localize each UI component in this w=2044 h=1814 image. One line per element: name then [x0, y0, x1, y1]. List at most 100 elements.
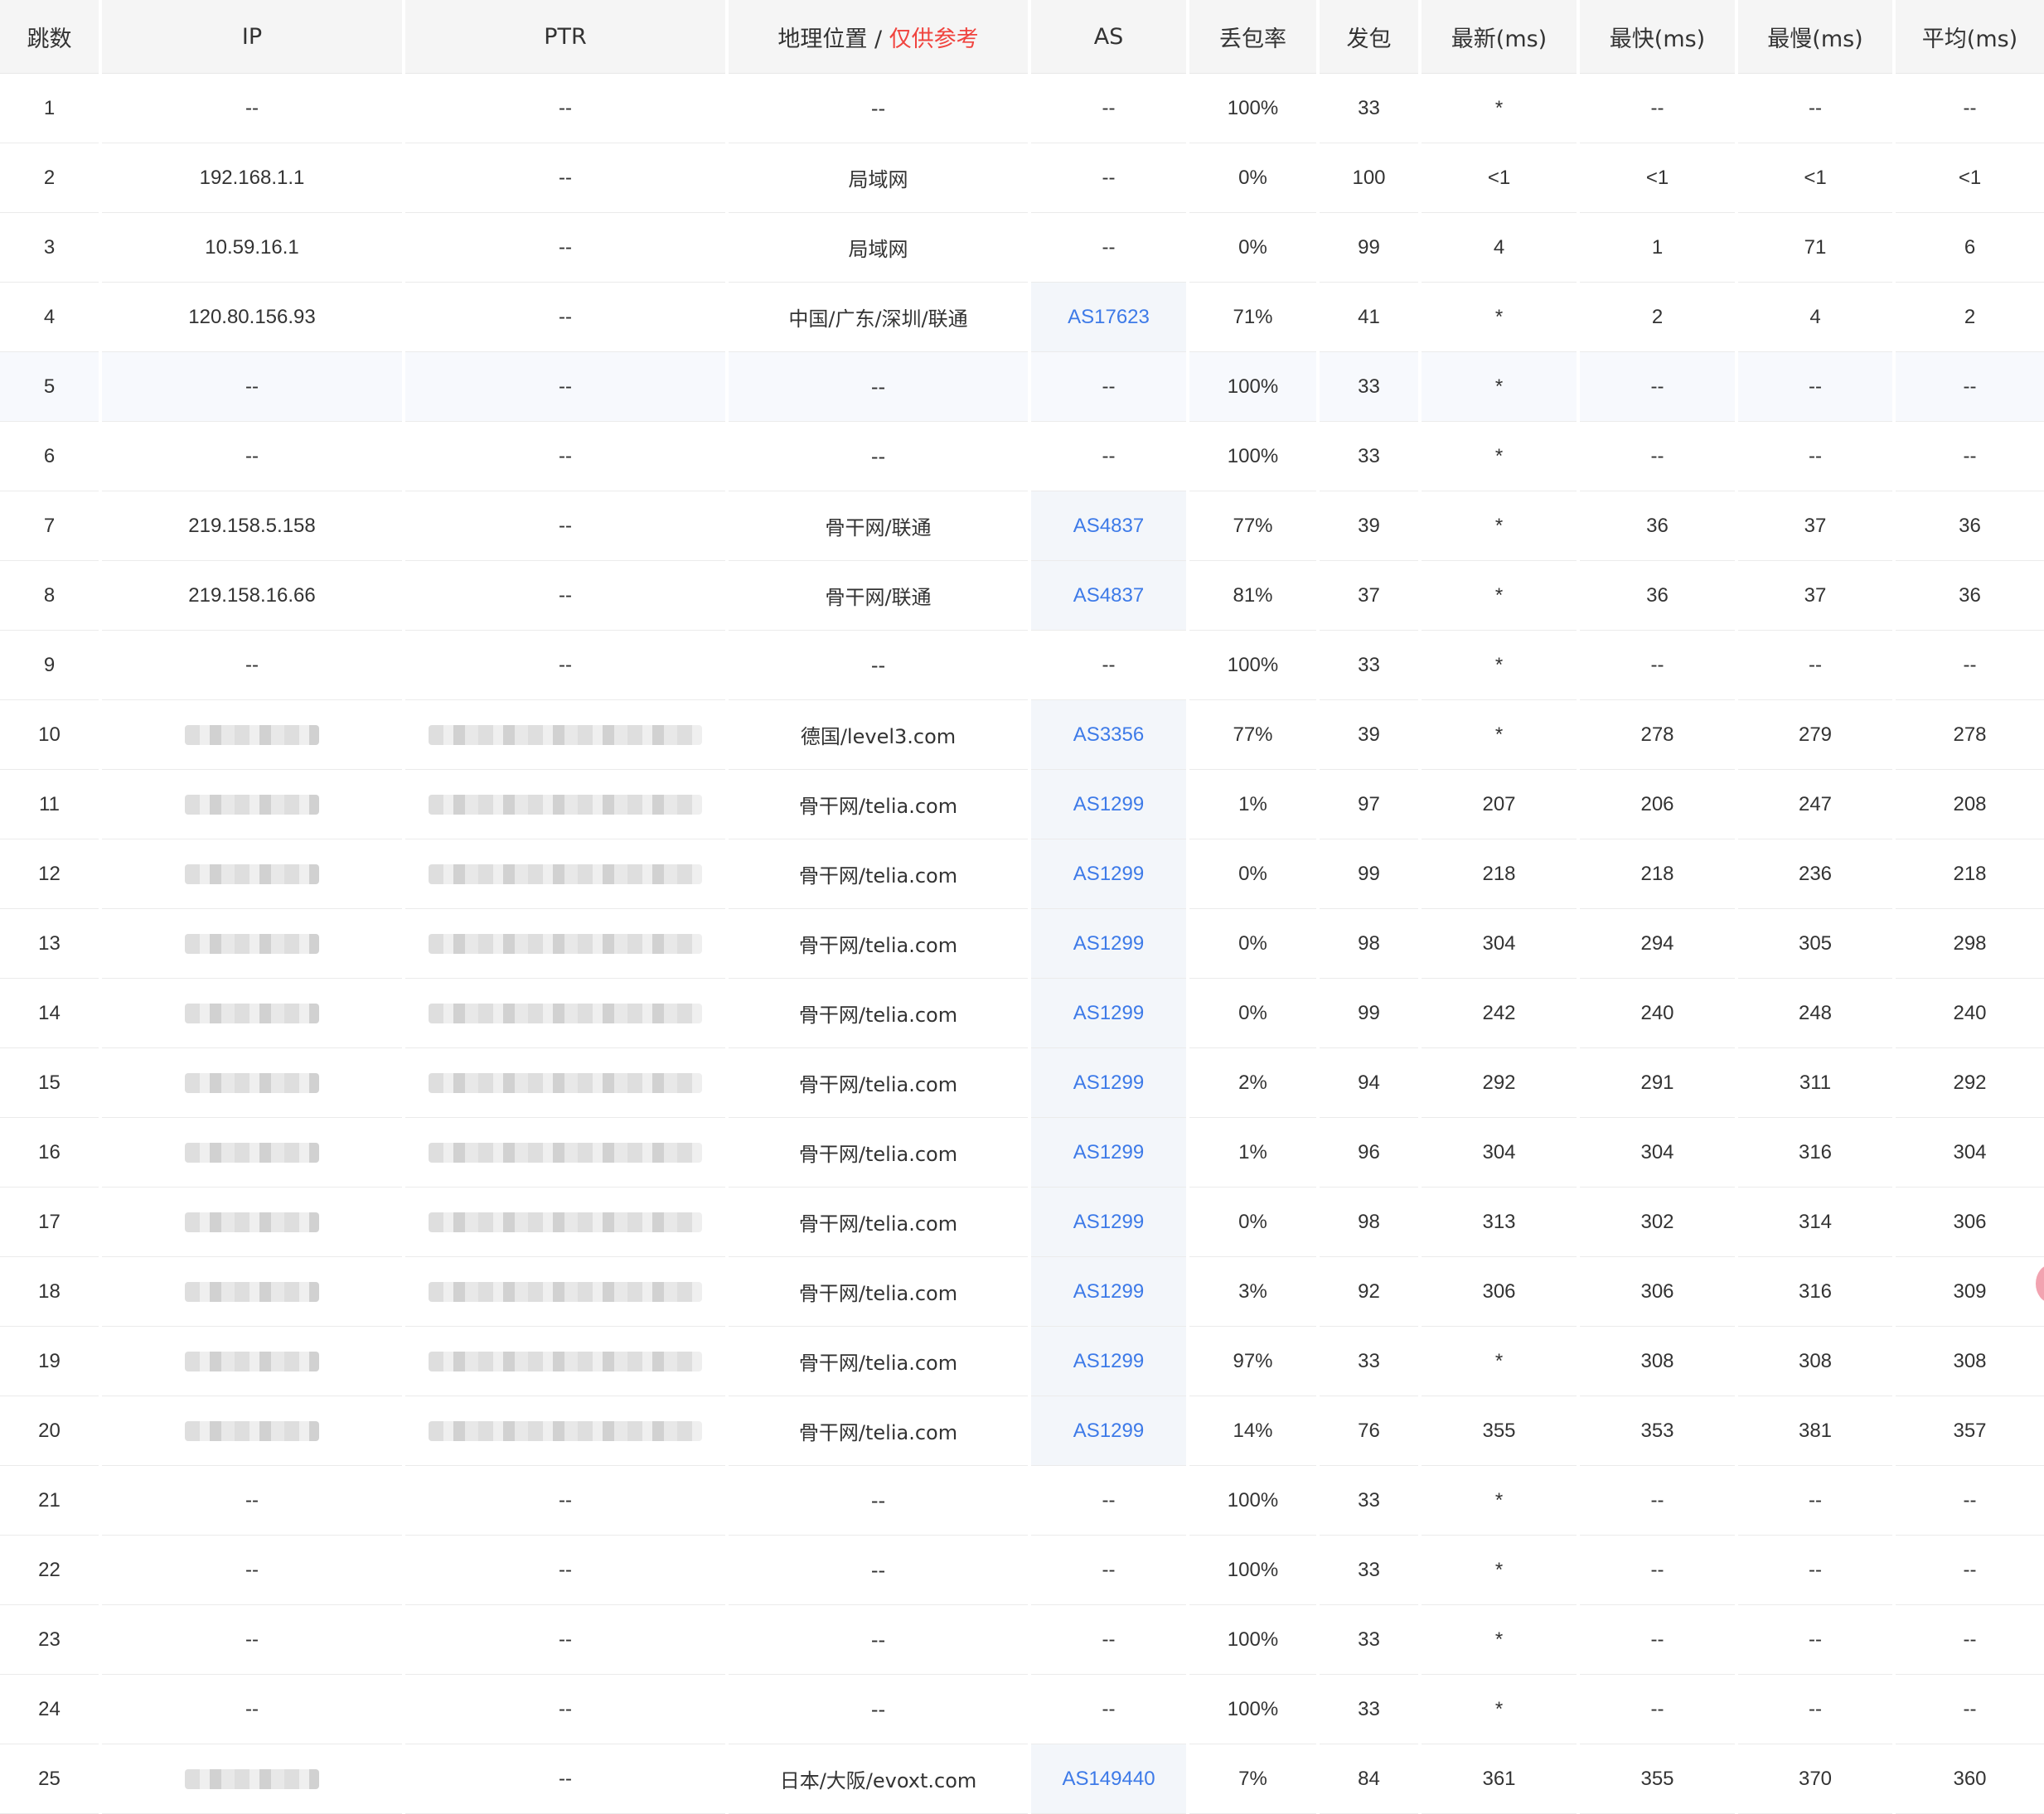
as-link[interactable]: AS1299: [1073, 1141, 1144, 1163]
header-geo-label: 地理位置 /: [777, 26, 889, 52]
cell-loss: 100%: [1186, 73, 1318, 143]
cell-ptr: --: [402, 1604, 727, 1675]
cell-as: AS4837: [1028, 491, 1188, 561]
cell-ptr: --: [402, 351, 727, 422]
cell-worst: <1: [1735, 143, 1894, 213]
cell-last: 355: [1418, 1396, 1578, 1466]
cell-geo: 骨干网/telia.com: [725, 1396, 1029, 1466]
cell-best: --: [1577, 630, 1736, 700]
cell-geo: 局域网: [725, 143, 1029, 213]
as-link[interactable]: AS1299: [1073, 1350, 1144, 1372]
table-row: 13 骨干网/telia.com AS1299 0% 98 304 294 305 298: [0, 908, 2044, 979]
header-geo-hint: 仅供参考: [889, 26, 979, 52]
cell-last: *: [1418, 491, 1578, 561]
cell-worst: 4: [1735, 282, 1894, 352]
cell-worst: 311: [1735, 1047, 1894, 1118]
cell-best: --: [1577, 351, 1736, 422]
cell-geo: --: [725, 1535, 1029, 1605]
cell-ptr: [402, 769, 727, 839]
as-link[interactable]: AS1299: [1073, 1211, 1144, 1233]
cell-as: --: [1028, 630, 1188, 700]
cell-ip: --: [99, 421, 404, 491]
ip-redacted-blur: [185, 864, 319, 885]
cell-as: AS1299: [1028, 769, 1188, 839]
cell-last: *: [1418, 1674, 1578, 1744]
cell-last: <1: [1418, 143, 1578, 213]
cell-ip: 120.80.156.93: [99, 282, 404, 352]
cell-hop: 17: [0, 1187, 100, 1257]
cell-ip: [99, 1744, 404, 1814]
cell-as: --: [1028, 1535, 1188, 1605]
cell-geo: --: [725, 421, 1029, 491]
cell-loss: 100%: [1186, 1535, 1318, 1605]
as-link[interactable]: AS1299: [1073, 1071, 1144, 1094]
table-row: 24 -- -- -- -- 100% 33 * -- -- --: [0, 1674, 2044, 1744]
ptr-redacted-blur: [429, 1004, 702, 1024]
header-loss: 丢包率: [1186, 0, 1318, 74]
cell-ip: --: [99, 630, 404, 700]
as-link[interactable]: AS149440: [1062, 1768, 1155, 1790]
table-row: 10 德国/level3.com AS3356 77% 39 * 278 279 278: [0, 699, 2044, 770]
cell-last: *: [1418, 421, 1578, 491]
cell-sent: 98: [1316, 908, 1420, 979]
as-link[interactable]: AS1299: [1073, 863, 1144, 885]
cell-last: 313: [1418, 1187, 1578, 1257]
ptr-redacted-blur: [429, 864, 702, 885]
cell-sent: 92: [1316, 1256, 1420, 1327]
cell-worst: 314: [1735, 1187, 1894, 1257]
cell-avg: 309: [1892, 1256, 2044, 1327]
cell-ip: [99, 1396, 404, 1466]
cell-avg: 218: [1892, 839, 2044, 909]
as-link[interactable]: AS3356: [1073, 723, 1144, 746]
cell-as: AS1299: [1028, 978, 1188, 1048]
cell-as: --: [1028, 212, 1188, 283]
as-value: --: [1102, 96, 1116, 119]
cell-avg: 240: [1892, 978, 2044, 1048]
cell-last: *: [1418, 560, 1578, 631]
ip-redacted-blur: [185, 934, 319, 955]
cell-hop: 21: [0, 1465, 100, 1536]
cell-ptr: --: [402, 560, 727, 631]
cell-last: 361: [1418, 1744, 1578, 1814]
table-row: 20 骨干网/telia.com AS1299 14% 76 355 353 381 357: [0, 1396, 2044, 1466]
cell-best: 294: [1577, 908, 1736, 979]
cell-ip: 10.59.16.1: [99, 212, 404, 283]
cell-best: 240: [1577, 978, 1736, 1048]
cell-ptr: --: [402, 143, 727, 213]
table-row: 16 骨干网/telia.com AS1299 1% 96 304 304 316 304: [0, 1117, 2044, 1188]
cell-best: 302: [1577, 1187, 1736, 1257]
as-link[interactable]: AS4837: [1073, 515, 1144, 537]
cell-worst: 316: [1735, 1117, 1894, 1188]
cell-ptr: [402, 978, 727, 1048]
cell-worst: --: [1735, 421, 1894, 491]
cell-as: AS1299: [1028, 1117, 1188, 1188]
cell-last: 4: [1418, 212, 1578, 283]
as-link[interactable]: AS1299: [1073, 932, 1144, 955]
cell-geo: 日本/大阪/evoxt.com: [725, 1744, 1029, 1814]
as-link[interactable]: AS4837: [1073, 584, 1144, 607]
cell-avg: --: [1892, 1535, 2044, 1605]
as-value: --: [1102, 375, 1116, 398]
cell-avg: 2: [1892, 282, 2044, 352]
cell-avg: --: [1892, 421, 2044, 491]
as-link[interactable]: AS1299: [1073, 793, 1144, 815]
cell-avg: 6: [1892, 212, 2044, 283]
cell-loss: 1%: [1186, 1117, 1318, 1188]
cell-geo: 局域网: [725, 212, 1029, 283]
cell-geo: 德国/level3.com: [725, 699, 1029, 770]
cell-best: 218: [1577, 839, 1736, 909]
cell-loss: 1%: [1186, 769, 1318, 839]
as-link[interactable]: AS1299: [1073, 1420, 1144, 1442]
header-geo: 地理位置 / 仅供参考: [725, 0, 1029, 74]
as-link[interactable]: AS1299: [1073, 1002, 1144, 1024]
cell-sent: 33: [1316, 73, 1420, 143]
cell-avg: 357: [1892, 1396, 2044, 1466]
cell-as: --: [1028, 351, 1188, 422]
cell-as: --: [1028, 73, 1188, 143]
cell-geo: 骨干网/telia.com: [725, 908, 1029, 979]
cell-as: AS1299: [1028, 1187, 1188, 1257]
cell-loss: 100%: [1186, 1604, 1318, 1675]
as-link[interactable]: AS1299: [1073, 1280, 1144, 1303]
cell-best: --: [1577, 73, 1736, 143]
as-link[interactable]: AS17623: [1068, 306, 1150, 328]
